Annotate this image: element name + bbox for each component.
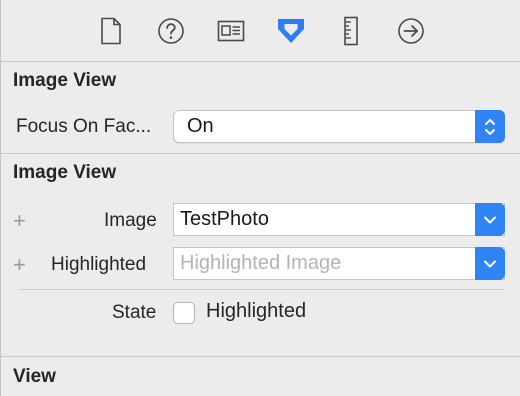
focus-on-faces-label: Focus On Fac... (16, 116, 152, 137)
section-header-image-view: Image View (13, 162, 117, 183)
image-label: Image (104, 210, 157, 231)
highlighted-image-combo-box[interactable]: Highlighted Image (173, 247, 505, 280)
add-variation-highlighted-icon[interactable]: + (13, 254, 26, 276)
highlighted-state-checkbox[interactable] (173, 302, 195, 324)
updown-chevron-icon[interactable] (475, 110, 505, 143)
highlighted-label: Highlighted (51, 254, 147, 275)
attributes-inspector-panel: Image View Focus On Fac... On Image View… (0, 0, 520, 396)
file-inspector-icon[interactable] (96, 16, 126, 46)
size-inspector-icon[interactable] (336, 16, 366, 46)
section-header-image-view-accessibility: Image View (13, 70, 117, 91)
image-combo-box[interactable]: TestPhoto (173, 203, 505, 236)
identity-inspector-icon[interactable] (216, 16, 246, 46)
attributes-inspector-icon[interactable] (276, 16, 306, 46)
add-variation-image-icon[interactable]: + (13, 210, 26, 232)
section-header-view: View (13, 366, 56, 387)
highlighted-state-checkbox-label[interactable]: Highlighted (206, 300, 306, 323)
section-divider (1, 153, 520, 154)
highlighted-image-placeholder[interactable]: Highlighted Image (180, 252, 341, 275)
section-divider (1, 356, 520, 357)
row-divider (19, 289, 505, 290)
chevron-down-icon[interactable] (475, 247, 505, 280)
state-label: State (112, 302, 157, 323)
quick-help-icon[interactable] (156, 16, 186, 46)
connections-inspector-icon[interactable] (396, 16, 426, 46)
focus-on-faces-value: On (187, 115, 214, 137)
chevron-down-icon[interactable] (475, 203, 505, 236)
focus-on-faces-popup[interactable]: On (173, 110, 505, 143)
inspector-toolbar (1, 0, 520, 62)
image-value[interactable]: TestPhoto (180, 208, 269, 231)
